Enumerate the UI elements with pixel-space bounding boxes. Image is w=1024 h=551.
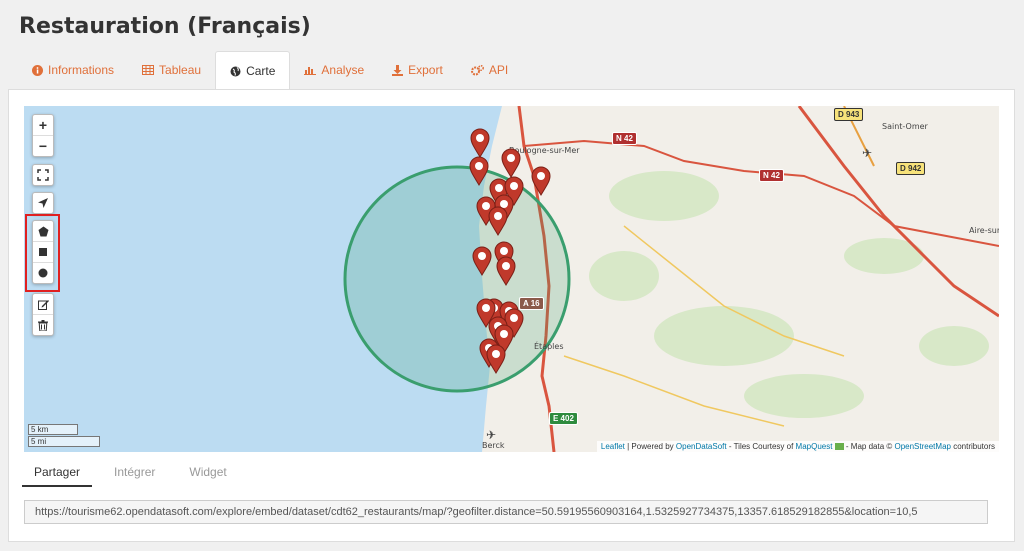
restaurant-marker-icon[interactable] [472, 246, 492, 281]
airport-icon: ✈ [486, 428, 497, 442]
zoom-out-button[interactable]: − [33, 136, 53, 156]
tab-label: API [488, 63, 509, 77]
road-badge-d942: D 942 [896, 162, 926, 175]
tab-analyse[interactable]: Analyse [290, 51, 378, 89]
attribution-text: | Powered by [624, 442, 676, 451]
zoom-in-button[interactable]: + [33, 115, 53, 136]
edit-icon [37, 299, 49, 310]
leaflet-link[interactable]: Leaflet [601, 442, 625, 451]
place-label-saint-omer: Saint-Omer [882, 122, 928, 131]
globe-icon [230, 66, 241, 77]
page-title: Restauration (Français) [19, 14, 311, 39]
restaurant-marker-icon[interactable] [488, 206, 508, 241]
subtab-integrer[interactable]: Intégrer [114, 459, 155, 487]
fullscreen-button[interactable] [33, 165, 53, 185]
tab-label: Carte [246, 64, 276, 78]
subtab-partager[interactable]: Partager [22, 459, 93, 487]
restaurant-marker-icon[interactable] [531, 166, 551, 201]
opendatasoft-link[interactable]: OpenDataSoft [676, 442, 727, 451]
road-badge-d943: D 943 [834, 108, 864, 121]
tab-tableau[interactable]: Tableau [128, 51, 215, 89]
place-label-berck: Berck [482, 441, 505, 450]
info-icon [32, 64, 43, 76]
attribution-text: contributors [950, 442, 995, 451]
fullscreen-control [32, 164, 54, 186]
place-label-aire: Aire-sur- [969, 226, 999, 235]
trash-icon [38, 319, 48, 331]
zoom-control: + − [32, 114, 54, 157]
table-icon [142, 65, 155, 75]
edit-layers-button[interactable] [33, 294, 53, 315]
tab-api[interactable]: API [457, 51, 522, 89]
attribution-text: - Map data © [843, 442, 895, 451]
attribution-text: - Tiles Courtesy of [726, 442, 796, 451]
tab-label: Analyse [321, 63, 365, 77]
tab-export[interactable]: Export [378, 51, 457, 89]
place-label-etaples: Étaples [534, 342, 564, 351]
road-badge-n42: N 42 [612, 132, 637, 145]
mapquest-link[interactable]: MapQuest [796, 442, 833, 451]
airport-icon: ✈ [862, 146, 873, 160]
chart-icon [304, 65, 317, 75]
locate-control [32, 192, 54, 214]
scale-imperial: 5 mi [28, 436, 100, 447]
scale-metric: 5 km [28, 424, 78, 435]
download-icon [392, 64, 404, 76]
road-badge-e402: E 402 [549, 412, 578, 425]
delete-layers-button[interactable] [33, 315, 53, 335]
restaurant-marker-icon[interactable] [486, 344, 506, 379]
location-arrow-icon [38, 198, 48, 208]
fullscreen-icon [37, 169, 49, 181]
restaurant-marker-icon[interactable] [469, 156, 489, 191]
map-attribution: Leaflet | Powered by OpenDataSoft - Tile… [596, 441, 999, 452]
subtab-widget[interactable]: Widget [189, 459, 226, 487]
edit-control [32, 293, 54, 336]
tab-label: Informations [48, 63, 115, 77]
tab-label: Tableau [159, 63, 202, 77]
restaurant-marker-icon[interactable] [496, 256, 516, 291]
locate-button[interactable] [33, 193, 53, 213]
share-tabs: Partager Intégrer Widget [22, 459, 261, 487]
gears-icon [470, 64, 484, 76]
road-badge-n42: N 42 [759, 169, 784, 182]
mapquest-logo-icon [834, 443, 844, 451]
tab-bar: Informations Tableau Carte Analyse Expor… [18, 51, 522, 90]
tab-carte[interactable]: Carte [215, 51, 291, 90]
tab-label: Export [408, 63, 443, 77]
tab-informations[interactable]: Informations [18, 51, 128, 89]
draw-tools-highlight [25, 214, 60, 292]
share-url-field[interactable]: https://tourisme62.opendatasoft.com/expl… [24, 500, 988, 524]
openstreetmap-link[interactable]: OpenStreetMap [894, 442, 950, 451]
map-view[interactable]: Boulogne-sur-Mer Saint-Omer Aire-sur- Ét… [24, 106, 999, 452]
